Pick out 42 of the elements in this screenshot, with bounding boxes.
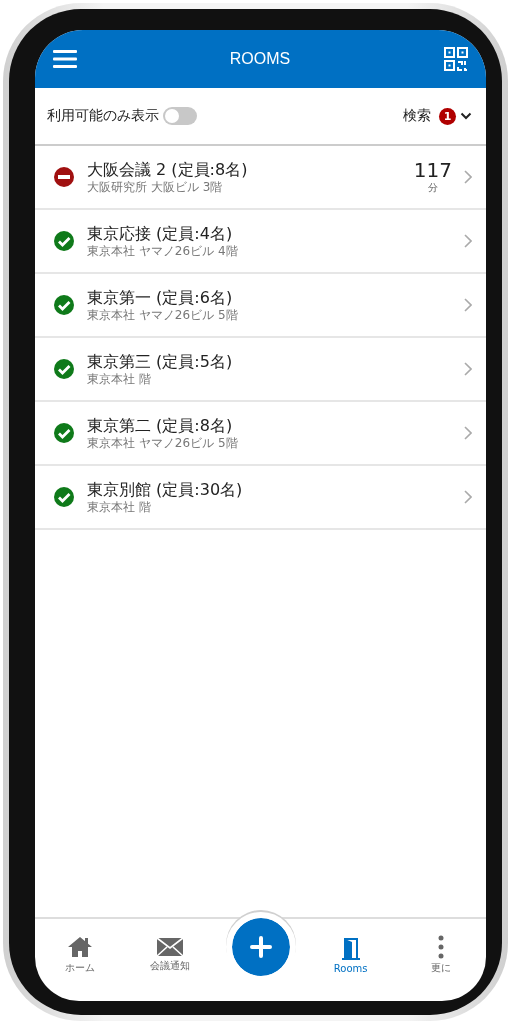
room-name: 東京第一 (定員:6名) xyxy=(87,287,234,308)
room-location: 東京本社 ヤマノ26ビル 5階 xyxy=(87,435,239,451)
plus-icon xyxy=(248,935,273,959)
chevron-right-icon xyxy=(464,426,472,440)
menu-icon[interactable] xyxy=(53,49,77,69)
room-location: 東京本社 ヤマノ26ビル 4階 xyxy=(87,243,239,259)
room-location: 大阪研究所 大阪ビル 3階 xyxy=(87,179,224,195)
chevron-right-icon xyxy=(464,298,472,312)
count-badge: 1 xyxy=(439,107,456,125)
chevron-down-icon[interactable] xyxy=(460,112,472,120)
availability-toggle[interactable] xyxy=(163,107,197,125)
room-list-item[interactable]: 東京第三 (定員:5名) 東京本社 階 xyxy=(35,338,486,402)
screen-title: ROOMS xyxy=(229,50,291,68)
room-name: 東京別館 (定員:30名) xyxy=(87,479,244,500)
room-location: 東京本社 ヤマノ26ビル 5階 xyxy=(87,307,239,323)
room-name: 東京応接 (定員:4名) xyxy=(87,223,234,244)
room-name: 東京第二 (定員:8名) xyxy=(87,415,234,436)
nav-tab[interactable]: 更に xyxy=(430,935,451,975)
chevron-right-icon xyxy=(464,490,472,504)
room-list-item[interactable]: 大阪会議 2 (定員:8名) 大阪研究所 大阪ビル 3階 117 分 xyxy=(35,146,486,210)
nav-tab[interactable]: ホーム xyxy=(65,935,96,975)
room-list-item[interactable]: 東京別館 (定員:30名) 東京本社 階 xyxy=(35,466,486,530)
room-list-item[interactable]: 東京応接 (定員:4名) 東京本社 ヤマノ26ビル 4階 xyxy=(35,210,486,274)
chevron-right-icon xyxy=(464,362,472,376)
room-name: 大阪会議 2 (定員:8名) xyxy=(87,159,249,180)
nav-tab[interactable]: Rooms xyxy=(333,936,368,974)
room-location: 東京本社 階 xyxy=(87,371,152,387)
door-icon xyxy=(340,936,361,961)
room-list-item[interactable]: 東京第二 (定員:8名) 東京本社 ヤマノ26ビル 5階 xyxy=(35,402,486,466)
minutes-unit: 分 xyxy=(427,181,438,195)
chevron-right-icon xyxy=(464,234,472,248)
room-list-item[interactable]: 東京第一 (定員:6名) 東京本社 ヤマノ26ビル 5階 xyxy=(35,274,486,338)
search-label[interactable]: 検索 xyxy=(403,107,431,125)
minutes-value: 117 xyxy=(413,159,452,181)
envelope-icon xyxy=(156,937,185,957)
more-icon xyxy=(436,935,445,959)
filter-label: 利用可能のみ表示 xyxy=(47,107,159,125)
qr-code-icon[interactable] xyxy=(443,46,469,72)
room-location: 東京本社 階 xyxy=(87,499,152,515)
room-name: 東京第三 (定員:5名) xyxy=(87,351,234,372)
chevron-right-icon xyxy=(464,170,472,184)
nav-tab[interactable]: 会議通知 xyxy=(150,937,191,973)
